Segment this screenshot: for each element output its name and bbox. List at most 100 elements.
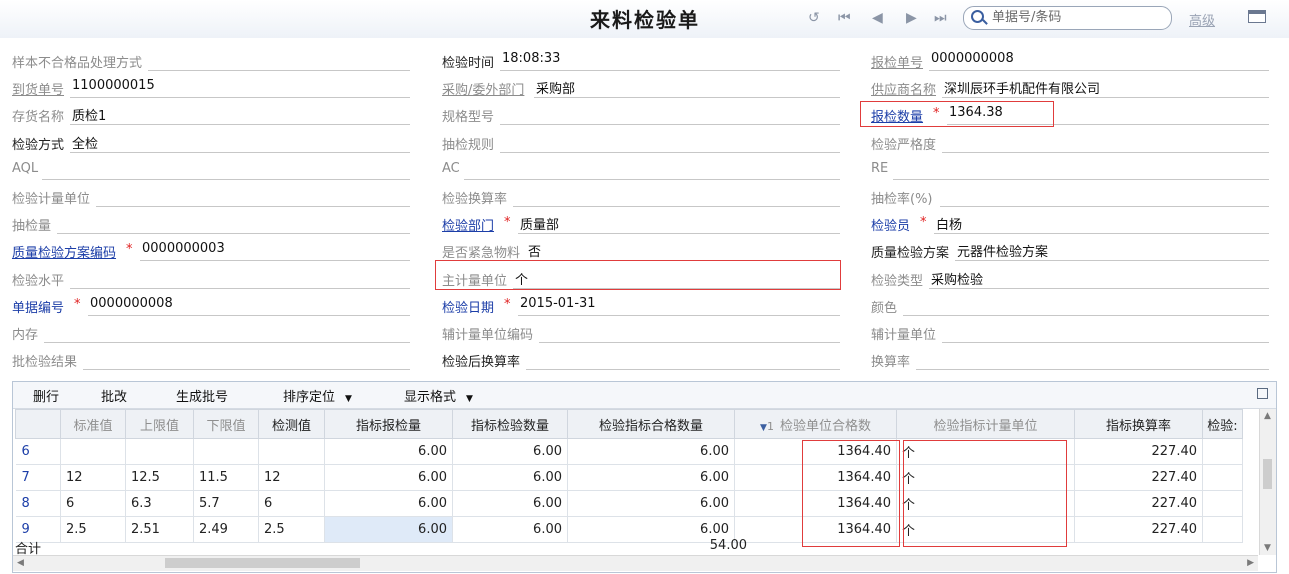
table-cell[interactable] (258, 438, 325, 465)
column-header[interactable]: 检验: (1202, 409, 1243, 439)
form-field[interactable]: RE (871, 158, 1269, 180)
form-field[interactable]: 辅计量单位编码 (442, 321, 840, 343)
vertical-scroll-thumb[interactable] (1263, 459, 1272, 489)
field-value[interactable]: 0000000008 (931, 51, 1014, 66)
field-label[interactable]: 采购/委外部门 (442, 79, 524, 98)
form-field[interactable]: AQL (12, 158, 410, 180)
form-field[interactable]: 检验后换算率 (442, 348, 840, 371)
field-value[interactable]: 全检 (72, 133, 98, 152)
form-field[interactable]: 报检单号 0000000008 (871, 49, 1269, 71)
refresh-icon[interactable]: ↺ (808, 10, 820, 26)
field-value[interactable]: 深圳辰环手机配件有限公司 (944, 78, 1100, 97)
form-field[interactable]: 检验换算率 (442, 185, 840, 207)
table-cell[interactable] (125, 438, 194, 465)
form-field[interactable]: 供应商名称 深圳辰环手机配件有限公司 (871, 76, 1269, 99)
form-field[interactable]: 到货单号 1100000015 (12, 76, 410, 99)
form-field[interactable]: 批检验结果 (12, 348, 410, 371)
table-cell[interactable]: 2.51 (125, 516, 194, 543)
field-value[interactable]: 元器件检验方案 (957, 241, 1048, 260)
next-record-icon[interactable]: ▶ (906, 10, 917, 26)
field-value[interactable]: 质检1 (72, 105, 106, 124)
table-cell[interactable]: 2.5 (258, 516, 325, 543)
scroll-right-icon[interactable]: ▶ (1247, 558, 1254, 568)
form-field[interactable]: 检验计量单位 (12, 185, 410, 207)
field-label[interactable]: 报检单号 (871, 52, 923, 71)
table-cell[interactable]: 6.00 (452, 438, 568, 465)
sort-locate-button[interactable]: 排序定位 ▼ (283, 386, 352, 405)
field-label[interactable]: 供应商名称 (871, 79, 936, 98)
table-cell[interactable]: 6.00 (452, 464, 568, 491)
table-cell[interactable]: 5.7 (193, 490, 259, 517)
form-field[interactable]: 存货名称 质检1 (12, 103, 410, 126)
column-header[interactable]: 下限值 (193, 409, 259, 439)
column-header[interactable]: 检验指标合格数量 (567, 409, 735, 439)
sort-desc-icon[interactable]: ▼ (760, 423, 767, 433)
form-field[interactable]: 颜色 (871, 294, 1269, 316)
generate-batch-button[interactable]: 生成批号 (176, 386, 228, 405)
form-field[interactable]: 检验部门 * 质量部 (442, 212, 840, 235)
column-header[interactable]: 上限值 (125, 409, 194, 439)
field-value[interactable]: 0000000008 (90, 296, 173, 311)
display-format-button[interactable]: 显示格式 ▼ (404, 386, 473, 405)
column-header[interactable]: 检测值 (258, 409, 325, 439)
form-field[interactable]: 检验时间 18:08:33 (442, 49, 840, 71)
form-field[interactable]: AC (442, 158, 840, 180)
table-cell[interactable]: 2.49 (193, 516, 259, 543)
table-cell[interactable]: 227.40 (1074, 516, 1203, 543)
form-field[interactable]: 是否紧急物料否 (442, 239, 840, 262)
table-cell[interactable]: 2.5 (60, 516, 126, 543)
table-cell[interactable]: 12 (258, 464, 325, 491)
column-header[interactable]: 指标报检量 (324, 409, 453, 439)
table-cell[interactable]: 6.00 (324, 464, 453, 491)
field-value[interactable]: 采购检验 (931, 269, 983, 288)
column-header[interactable]: ▼1 检验单位合格数 (734, 409, 897, 439)
field-label[interactable]: 到货单号 (12, 79, 64, 98)
table-cell[interactable] (1202, 516, 1243, 543)
form-field[interactable]: 检验方式 全检 (12, 131, 410, 153)
form-field[interactable]: 抽检率(%) (871, 185, 1269, 207)
column-header[interactable]: 指标检验数量 (452, 409, 568, 439)
column-header[interactable]: 检验指标计量单位 (896, 409, 1075, 439)
field-label[interactable]: 质量检验方案编码 (12, 242, 116, 261)
table-cell[interactable] (1202, 464, 1243, 491)
window-layout-icon[interactable] (1248, 10, 1266, 23)
field-value[interactable]: 2015-01-31 (520, 296, 596, 311)
search-box[interactable] (963, 6, 1172, 30)
table-cell[interactable]: 6.3 (125, 490, 194, 517)
form-field[interactable]: 采购/委外部门 采购部 (442, 76, 840, 99)
form-field[interactable]: 检验类型 采购检验 (871, 267, 1269, 289)
table-cell[interactable]: 6.00 (452, 516, 568, 543)
field-value[interactable]: 采购部 (536, 78, 575, 97)
field-value[interactable]: 质量部 (520, 214, 559, 233)
scroll-down-icon[interactable]: ▼ (1264, 543, 1271, 553)
table-cell[interactable]: 11.5 (193, 464, 259, 491)
first-record-icon[interactable]: ⏮ (838, 10, 851, 26)
form-field[interactable]: 规格型号 (442, 103, 840, 126)
form-field[interactable]: 辅计量单位 (871, 321, 1269, 343)
prev-record-icon[interactable]: ◀ (872, 10, 883, 26)
table-cell[interactable] (1202, 490, 1243, 517)
form-field[interactable]: 单据编号 * 0000000008 (12, 294, 410, 316)
scroll-left-icon[interactable]: ◀ (17, 558, 24, 568)
field-value[interactable]: 18:08:33 (502, 51, 560, 66)
scroll-up-icon[interactable]: ▲ (1264, 411, 1271, 421)
field-value[interactable]: 0000000003 (142, 241, 225, 256)
column-header[interactable] (15, 409, 61, 439)
form-field[interactable]: 抽检量 (12, 212, 410, 235)
table-cell[interactable]: 227.40 (1074, 438, 1203, 465)
table-cell[interactable]: 6.00 (567, 464, 735, 491)
table-cell[interactable]: 6.00 (567, 490, 735, 517)
form-field[interactable]: 换算率 (871, 348, 1269, 371)
search-input[interactable] (992, 8, 1162, 26)
form-field[interactable]: 检验日期 * 2015-01-31 (442, 294, 840, 316)
table-cell[interactable] (60, 438, 126, 465)
form-field[interactable]: 质量检验方案编码 * 0000000003 (12, 239, 410, 262)
table-cell[interactable]: 6 (60, 490, 126, 517)
table-cell[interactable]: 227.40 (1074, 490, 1203, 517)
form-field[interactable]: 检验严格度 (871, 131, 1269, 153)
field-label[interactable]: 检验部门 (442, 215, 494, 234)
horizontal-scrollbar[interactable]: ◀ ▶ (13, 555, 1258, 571)
table-cell[interactable] (193, 438, 259, 465)
table-cell[interactable]: 6.00 (324, 516, 453, 543)
form-field[interactable]: 抽检规则 (442, 131, 840, 153)
